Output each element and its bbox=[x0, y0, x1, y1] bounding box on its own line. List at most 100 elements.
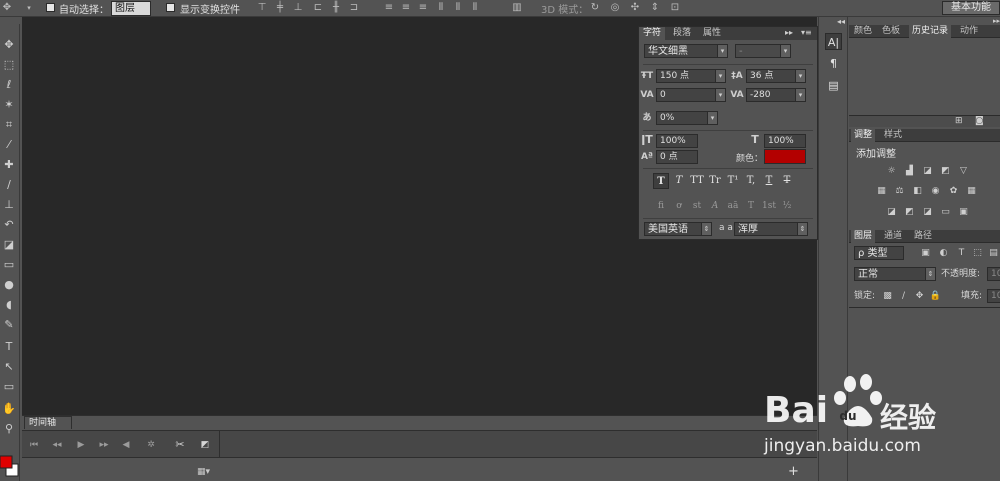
invert-icon[interactable]: ◪ bbox=[885, 207, 898, 218]
history-brush-icon[interactable]: ↶ bbox=[2, 218, 16, 232]
move-tool-icon[interactable]: ✥ bbox=[2, 3, 12, 13]
font-size-field[interactable]: 150 点 ▾ bbox=[656, 69, 726, 83]
antialias-dropdown[interactable]: 浑厚 ⇕ bbox=[734, 222, 808, 236]
discretionary-ligature-button[interactable]: st bbox=[689, 198, 705, 214]
eraser-icon[interactable]: ◪ bbox=[2, 238, 16, 252]
selective-color-icon[interactable]: ▣ bbox=[957, 207, 970, 218]
align-left-icon[interactable]: ⊏ bbox=[313, 3, 323, 13]
clone-stamp-icon[interactable]: ⊥ bbox=[2, 198, 16, 212]
filter-smart-icon[interactable]: ▤ bbox=[987, 248, 1000, 259]
titling-alternates-button[interactable]: T bbox=[743, 198, 759, 214]
play-icon[interactable]: ▶ bbox=[75, 439, 87, 451]
horizontal-scale-field[interactable]: 100% bbox=[764, 134, 806, 148]
magic-wand-icon[interactable]: ✶ bbox=[2, 98, 16, 112]
marquee-icon[interactable]: ⬚ bbox=[2, 58, 16, 72]
prev-frame-icon[interactable]: ◂◂ bbox=[51, 439, 63, 451]
swash-button[interactable]: A bbox=[707, 198, 723, 214]
gradient-map-icon[interactable]: ▭ bbox=[939, 207, 952, 218]
strikethrough-button[interactable]: T bbox=[779, 173, 795, 189]
subscript-button[interactable]: T, bbox=[743, 173, 759, 189]
brightness-icon[interactable]: ☼ bbox=[885, 166, 898, 177]
move-icon[interactable]: ✥ bbox=[2, 38, 16, 52]
all-caps-button[interactable]: TT bbox=[689, 173, 705, 189]
vertical-scale-field[interactable]: 100% bbox=[656, 134, 698, 148]
tab-properties[interactable]: 属性 bbox=[699, 27, 725, 40]
settings-icon[interactable]: ✲ bbox=[145, 439, 157, 451]
channel-mixer-icon[interactable]: ✿ bbox=[947, 186, 960, 197]
distribute-left-icon[interactable]: ⦀ bbox=[436, 3, 446, 13]
tab-layers[interactable]: 图层 bbox=[851, 230, 876, 243]
snapshot-icon[interactable]: ◙ bbox=[975, 116, 984, 126]
tab-character[interactable]: 字符 bbox=[639, 27, 666, 40]
auto-select-checkbox[interactable] bbox=[46, 3, 55, 12]
align-hcenter-icon[interactable]: ╫ bbox=[331, 3, 341, 13]
tab-paths[interactable]: 路径 bbox=[911, 230, 935, 243]
roll-3d-icon[interactable]: ◎ bbox=[610, 3, 620, 13]
path-select-icon[interactable]: ↖ bbox=[2, 360, 16, 374]
audio-icon[interactable]: ◀ bbox=[120, 439, 132, 451]
underline-button[interactable]: T bbox=[761, 173, 777, 189]
opacity-field[interactable]: 100 bbox=[987, 267, 1000, 281]
pen-icon[interactable]: ✎ bbox=[2, 318, 16, 332]
transition-icon[interactable]: ◩ bbox=[199, 439, 211, 451]
ordinals-button[interactable]: 1st bbox=[761, 198, 777, 214]
dodge-icon[interactable]: ◖ bbox=[2, 298, 16, 312]
language-dropdown[interactable]: 美国英语 ⇕ bbox=[644, 222, 712, 236]
tab-swatches[interactable]: 色板 bbox=[879, 25, 903, 38]
font-style-dropdown[interactable]: - ▾ bbox=[735, 44, 791, 58]
gradient-icon[interactable]: ▭ bbox=[2, 258, 16, 272]
zoom-icon[interactable]: ⚲ bbox=[2, 422, 16, 436]
lasso-icon[interactable]: ℓ bbox=[2, 78, 16, 92]
faux-bold-button[interactable]: T bbox=[653, 173, 669, 189]
rotate-3d-icon[interactable]: ↻ bbox=[590, 3, 600, 13]
film-menu-icon[interactable]: ▦▾ bbox=[197, 467, 210, 477]
paragraph-panel-icon[interactable]: ¶ bbox=[825, 55, 842, 72]
tab-channels[interactable]: 通道 bbox=[881, 230, 905, 243]
align-bottom-icon[interactable]: ⊥ bbox=[293, 3, 303, 13]
text-color-swatch[interactable] bbox=[764, 149, 806, 164]
auto-select-dropdown[interactable]: 图层 bbox=[111, 1, 151, 16]
distribute-vcenter-icon[interactable]: ≡ bbox=[401, 3, 411, 13]
hue-saturation-icon[interactable]: ▦ bbox=[875, 186, 888, 197]
blur-icon[interactable]: ● bbox=[2, 278, 16, 292]
lock-all-icon[interactable]: 🔒 bbox=[929, 291, 942, 302]
lock-transparent-icon[interactable]: ▩ bbox=[881, 291, 894, 302]
curves-icon[interactable]: ◪ bbox=[921, 166, 934, 177]
add-track-button[interactable]: + bbox=[788, 465, 799, 478]
pan-3d-icon[interactable]: ✣ bbox=[630, 3, 640, 13]
posterize-icon[interactable]: ◩ bbox=[903, 207, 916, 218]
show-transform-checkbox[interactable] bbox=[166, 3, 175, 12]
color-swatches[interactable] bbox=[0, 452, 20, 481]
brush-icon[interactable]: ∕ bbox=[2, 178, 16, 192]
timeline-tab[interactable]: 时间轴 bbox=[24, 416, 72, 429]
collapse-icon[interactable]: ▸▸ bbox=[785, 28, 793, 37]
distribute-right-icon[interactable]: ⦀ bbox=[470, 3, 480, 13]
color-lookup-icon[interactable]: ▦ bbox=[965, 186, 978, 197]
tab-styles[interactable]: 样式 bbox=[881, 129, 905, 142]
tsume-field[interactable]: 0% ▾ bbox=[656, 111, 718, 125]
scale-3d-icon[interactable]: ⊡ bbox=[670, 3, 680, 13]
distribute-hcenter-icon[interactable]: ⦀ bbox=[453, 3, 463, 13]
filter-type-icon[interactable]: T bbox=[955, 248, 968, 259]
font-family-dropdown[interactable]: 华文细黑 ▾ bbox=[644, 44, 728, 58]
character-panel-icon[interactable]: A| bbox=[825, 33, 842, 50]
hand-icon[interactable]: ✋ bbox=[2, 402, 16, 416]
photo-filter-icon[interactable]: ◉ bbox=[929, 186, 942, 197]
small-caps-button[interactable]: Tr bbox=[707, 173, 723, 189]
align-top-icon[interactable]: ⊤ bbox=[257, 3, 267, 13]
tab-color[interactable]: 颜色 bbox=[851, 25, 875, 38]
fill-field[interactable]: 100 bbox=[987, 289, 1000, 303]
tab-actions[interactable]: 动作 bbox=[957, 25, 981, 38]
tab-adjustments[interactable]: 调整 bbox=[851, 129, 876, 142]
auto-align-icon[interactable]: ▥ bbox=[512, 3, 522, 13]
lock-image-icon[interactable]: ∕ bbox=[897, 291, 910, 302]
rectangle-shape-icon[interactable]: ▭ bbox=[2, 380, 16, 394]
kerning-field[interactable]: 0 ▾ bbox=[656, 88, 726, 102]
threshold-icon[interactable]: ◪ bbox=[921, 207, 934, 218]
align-vcenter-icon[interactable]: ╪ bbox=[275, 3, 285, 13]
lock-position-icon[interactable]: ✥ bbox=[913, 291, 926, 302]
old-style-button[interactable]: ơ bbox=[671, 198, 687, 214]
workspace-button[interactable]: 基本功能 bbox=[942, 1, 1000, 15]
filter-adjustment-icon[interactable]: ◐ bbox=[937, 248, 950, 259]
properties-panel-icon[interactable]: ▤ bbox=[825, 77, 842, 94]
